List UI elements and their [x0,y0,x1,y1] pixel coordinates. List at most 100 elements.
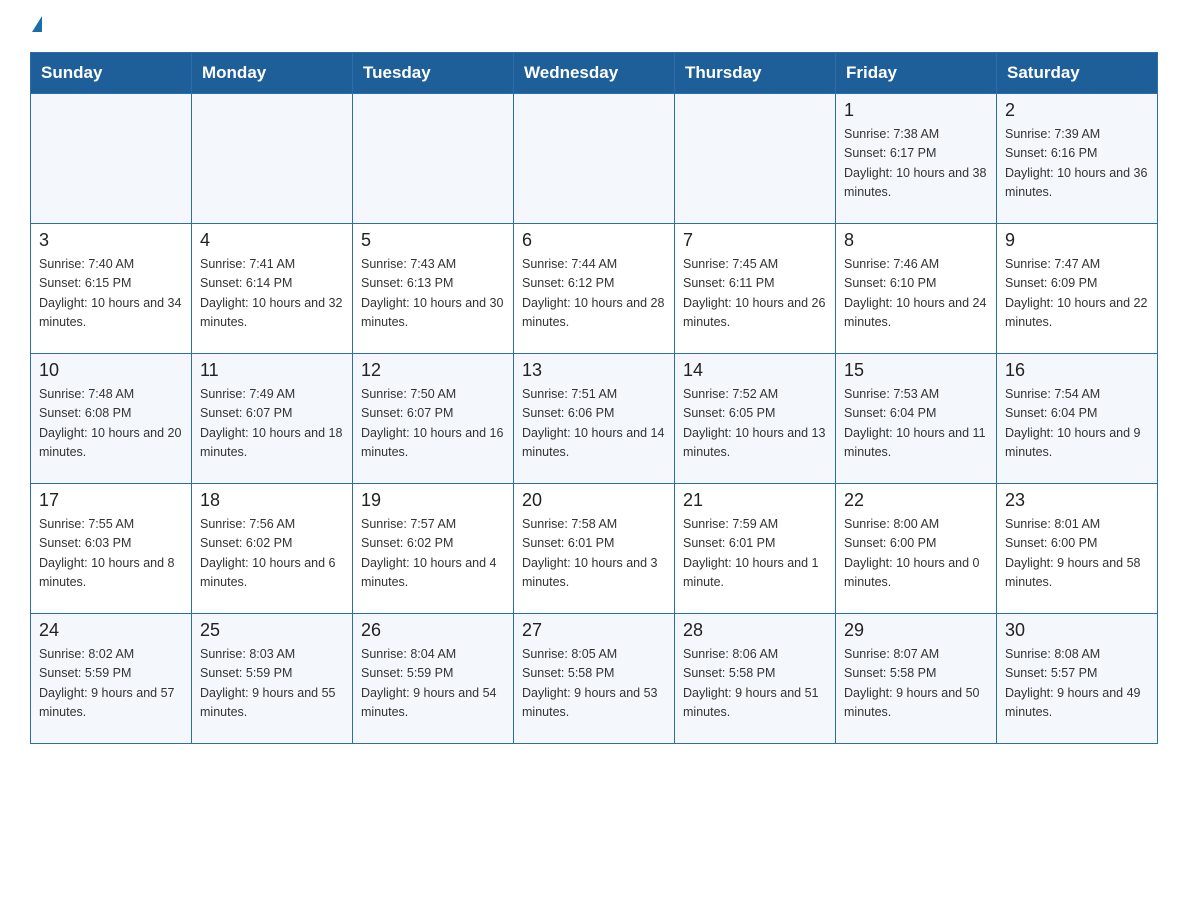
calendar-day-cell: 28 Sunrise: 8:06 AMSunset: 5:58 PMDayligh… [675,614,836,744]
day-info: Sunrise: 7:48 AMSunset: 6:08 PMDaylight:… [39,385,183,463]
day-info: Sunrise: 7:54 AMSunset: 6:04 PMDaylight:… [1005,385,1149,463]
header-sunday: Sunday [31,53,192,94]
calendar-week-row: 24 Sunrise: 8:02 AMSunset: 5:59 PMDayligh… [31,614,1158,744]
day-number: 18 [200,490,344,511]
day-number: 30 [1005,620,1149,641]
calendar-day-cell: 4 Sunrise: 7:41 AMSunset: 6:14 PMDaylight… [192,224,353,354]
calendar-day-cell: 14 Sunrise: 7:52 AMSunset: 6:05 PMDayligh… [675,354,836,484]
day-info: Sunrise: 8:04 AMSunset: 5:59 PMDaylight:… [361,645,505,723]
day-number: 27 [522,620,666,641]
calendar-day-cell: 27 Sunrise: 8:05 AMSunset: 5:58 PMDayligh… [514,614,675,744]
day-number: 5 [361,230,505,251]
day-info: Sunrise: 7:56 AMSunset: 6:02 PMDaylight:… [200,515,344,593]
header-wednesday: Wednesday [514,53,675,94]
day-number: 8 [844,230,988,251]
day-info: Sunrise: 7:39 AMSunset: 6:16 PMDaylight:… [1005,125,1149,203]
day-number: 14 [683,360,827,381]
logo-triangle-icon [32,16,42,32]
calendar-day-cell: 7 Sunrise: 7:45 AMSunset: 6:11 PMDaylight… [675,224,836,354]
calendar-day-cell: 15 Sunrise: 7:53 AMSunset: 6:04 PMDayligh… [836,354,997,484]
day-number: 4 [200,230,344,251]
day-number: 25 [200,620,344,641]
day-number: 26 [361,620,505,641]
day-number: 3 [39,230,183,251]
day-info: Sunrise: 7:41 AMSunset: 6:14 PMDaylight:… [200,255,344,333]
day-info: Sunrise: 8:01 AMSunset: 6:00 PMDaylight:… [1005,515,1149,593]
day-number: 10 [39,360,183,381]
day-number: 17 [39,490,183,511]
day-info: Sunrise: 7:58 AMSunset: 6:01 PMDaylight:… [522,515,666,593]
calendar-table: Sunday Monday Tuesday Wednesday Thursday… [30,52,1158,744]
day-number: 22 [844,490,988,511]
day-info: Sunrise: 8:07 AMSunset: 5:58 PMDaylight:… [844,645,988,723]
calendar-day-cell [192,94,353,224]
day-info: Sunrise: 7:44 AMSunset: 6:12 PMDaylight:… [522,255,666,333]
day-number: 16 [1005,360,1149,381]
calendar-day-cell: 25Sunrise: 8:03 AMSunset: 5:59 PMDayligh… [192,614,353,744]
day-info: Sunrise: 7:55 AMSunset: 6:03 PMDaylight:… [39,515,183,593]
day-info: Sunrise: 8:00 AMSunset: 6:00 PMDaylight:… [844,515,988,593]
day-info: Sunrise: 8:02 AMSunset: 5:59 PMDaylight:… [39,645,183,723]
day-number: 24 [39,620,183,641]
calendar-day-cell: 23 Sunrise: 8:01 AMSunset: 6:00 PMDayligh… [997,484,1158,614]
day-number: 9 [1005,230,1149,251]
calendar-day-cell: 26 Sunrise: 8:04 AMSunset: 5:59 PMDayligh… [353,614,514,744]
day-info: Sunrise: 7:50 AMSunset: 6:07 PMDaylight:… [361,385,505,463]
day-number: 13 [522,360,666,381]
day-info: Sunrise: 7:49 AMSunset: 6:07 PMDaylight:… [200,385,344,463]
header-tuesday: Tuesday [353,53,514,94]
calendar-day-cell: 8 Sunrise: 7:46 AMSunset: 6:10 PMDaylight… [836,224,997,354]
calendar-day-cell: 9 Sunrise: 7:47 AMSunset: 6:09 PMDaylight… [997,224,1158,354]
calendar-week-row: 17 Sunrise: 7:55 AMSunset: 6:03 PMDayligh… [31,484,1158,614]
weekday-header-row: Sunday Monday Tuesday Wednesday Thursday… [31,53,1158,94]
day-info: Sunrise: 7:53 AMSunset: 6:04 PMDaylight:… [844,385,988,463]
calendar-day-cell: 16 Sunrise: 7:54 AMSunset: 6:04 PMDayligh… [997,354,1158,484]
calendar-week-row: 3 Sunrise: 7:40 AMSunset: 6:15 PMDaylight… [31,224,1158,354]
day-number: 12 [361,360,505,381]
day-info: Sunrise: 8:06 AMSunset: 5:58 PMDaylight:… [683,645,827,723]
calendar-day-cell: 2Sunrise: 7:39 AMSunset: 6:16 PMDaylight… [997,94,1158,224]
logo [30,20,42,36]
calendar-day-cell: 30 Sunrise: 8:08 AMSunset: 5:57 PMDayligh… [997,614,1158,744]
day-number: 23 [1005,490,1149,511]
calendar-day-cell: 29 Sunrise: 8:07 AMSunset: 5:58 PMDayligh… [836,614,997,744]
day-number: 15 [844,360,988,381]
calendar-day-cell: 18 Sunrise: 7:56 AMSunset: 6:02 PMDayligh… [192,484,353,614]
day-number: 21 [683,490,827,511]
day-number: 20 [522,490,666,511]
day-info: Sunrise: 7:51 AMSunset: 6:06 PMDaylight:… [522,385,666,463]
calendar-day-cell: 5 Sunrise: 7:43 AMSunset: 6:13 PMDaylight… [353,224,514,354]
header-saturday: Saturday [997,53,1158,94]
day-info: Sunrise: 7:40 AMSunset: 6:15 PMDaylight:… [39,255,183,333]
day-number: 11 [200,360,344,381]
day-info: Sunrise: 7:43 AMSunset: 6:13 PMDaylight:… [361,255,505,333]
calendar-day-cell: 22 Sunrise: 8:00 AMSunset: 6:00 PMDayligh… [836,484,997,614]
header-monday: Monday [192,53,353,94]
calendar-day-cell: 20 Sunrise: 7:58 AMSunset: 6:01 PMDayligh… [514,484,675,614]
calendar-day-cell: 12 Sunrise: 7:50 AMSunset: 6:07 PMDayligh… [353,354,514,484]
day-info: Sunrise: 7:38 AMSunset: 6:17 PMDaylight:… [844,125,988,203]
day-info: Sunrise: 7:57 AMSunset: 6:02 PMDaylight:… [361,515,505,593]
calendar-day-cell [675,94,836,224]
calendar-day-cell: 17 Sunrise: 7:55 AMSunset: 6:03 PMDayligh… [31,484,192,614]
day-info: Sunrise: 7:47 AMSunset: 6:09 PMDaylight:… [1005,255,1149,333]
calendar-day-cell: 19 Sunrise: 7:57 AMSunset: 6:02 PMDayligh… [353,484,514,614]
calendar-day-cell: 24 Sunrise: 8:02 AMSunset: 5:59 PMDayligh… [31,614,192,744]
calendar-day-cell [31,94,192,224]
calendar-day-cell [353,94,514,224]
day-info: Sunrise: 8:05 AMSunset: 5:58 PMDaylight:… [522,645,666,723]
day-info: Sunrise: 7:45 AMSunset: 6:11 PMDaylight:… [683,255,827,333]
day-info: Sunrise: 8:08 AMSunset: 5:57 PMDaylight:… [1005,645,1149,723]
day-number: 28 [683,620,827,641]
day-number: 29 [844,620,988,641]
calendar-day-cell: 10 Sunrise: 7:48 AMSunset: 6:08 PMDayligh… [31,354,192,484]
calendar-day-cell: 1Sunrise: 7:38 AMSunset: 6:17 PMDaylight… [836,94,997,224]
day-info: Sunrise: 7:52 AMSunset: 6:05 PMDaylight:… [683,385,827,463]
day-number: 7 [683,230,827,251]
calendar-week-row: 10 Sunrise: 7:48 AMSunset: 6:08 PMDayligh… [31,354,1158,484]
day-info: Sunrise: 7:46 AMSunset: 6:10 PMDaylight:… [844,255,988,333]
calendar-day-cell: 11 Sunrise: 7:49 AMSunset: 6:07 PMDayligh… [192,354,353,484]
day-number: 19 [361,490,505,511]
calendar-day-cell: 3 Sunrise: 7:40 AMSunset: 6:15 PMDaylight… [31,224,192,354]
header-thursday: Thursday [675,53,836,94]
